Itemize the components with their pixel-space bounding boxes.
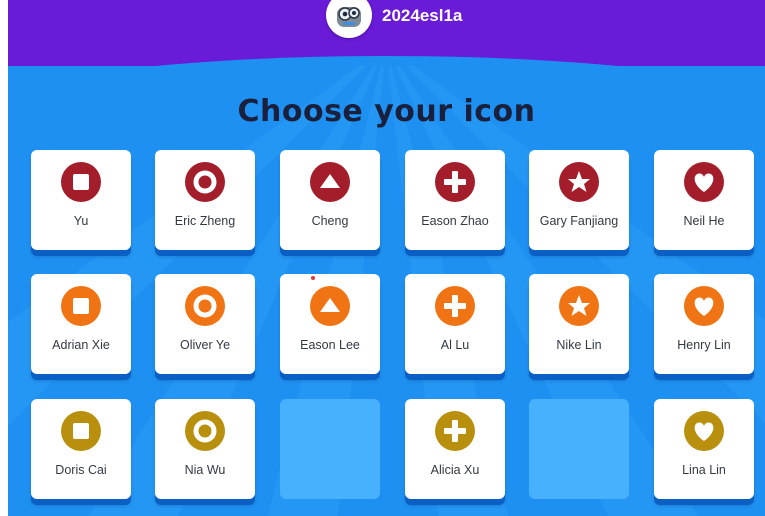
page-title: Choose your icon [237,94,536,129]
app-frame: 2024esl1a Choose your icon Yu Eric Zheng C… [8,0,765,516]
student-card[interactable]: Alicia Xu [405,399,505,499]
student-name: Neil He [683,214,725,228]
student-name: Nia Wu [184,463,226,477]
red-dot-marker [311,276,315,280]
student-name: Henry Lin [677,338,731,352]
star-icon [559,286,599,326]
student-card[interactable]: Eason Zhao [405,150,505,250]
student-name: Lina Lin [682,463,726,477]
student-name: Nike Lin [556,338,602,352]
icon-picker-panel: Choose your icon Yu Eric Zheng Cheng Eason … [8,66,765,516]
heart-icon [684,411,724,451]
student-card[interactable]: Adrian Xie [31,274,131,374]
circle-icon [185,162,225,202]
student-name: Cheng [311,214,349,228]
student-card[interactable]: Doris Cai [31,399,131,499]
plus-icon [435,411,475,451]
square-icon [61,162,101,202]
header-bar: 2024esl1a [8,0,765,74]
square-icon [61,286,101,326]
triangle-icon [310,162,350,202]
student-name: Gary Fanjiang [539,214,619,228]
student-card[interactable]: Neil He [654,150,754,250]
student-name: Yu [73,214,89,228]
student-name: Alicia Xu [430,463,480,477]
class-name: 2024esl1a [382,6,463,25]
triangle-icon [310,286,350,326]
student-card[interactable]: Cheng [280,150,380,250]
student-card[interactable]: Oliver Ye [155,274,255,374]
circle-icon [185,286,225,326]
student-name: Al Lu [440,338,470,352]
student-name: Eason Zhao [421,214,489,228]
robot-avatar-icon [326,0,372,38]
circle-icon [185,411,225,451]
square-icon [61,411,101,451]
plus-icon [435,162,475,202]
icon-grid: Yu Eric Zheng Cheng Eason Zhao Gary Fanjiang… [31,150,761,510]
student-card[interactable]: Gary Fanjiang [529,150,629,250]
student-card[interactable]: Al Lu [405,274,505,374]
student-name: Doris Cai [55,463,107,477]
heart-icon [684,286,724,326]
student-card[interactable]: Eason Lee [280,274,380,374]
student-card[interactable]: Henry Lin [654,274,754,374]
student-name: Adrian Xie [52,338,110,352]
student-name: Eric Zheng [174,214,236,228]
student-card[interactable]: Lina Lin [654,399,754,499]
empty-slot [280,399,380,499]
star-icon [559,162,599,202]
student-name: Eason Lee [300,338,360,352]
heart-icon [684,162,724,202]
student-card[interactable]: Yu [31,150,131,250]
student-name: Oliver Ye [179,338,231,352]
empty-slot [529,399,629,499]
student-card[interactable]: Nia Wu [155,399,255,499]
plus-icon [435,286,475,326]
student-card[interactable]: Nike Lin [529,274,629,374]
student-card[interactable]: Eric Zheng [155,150,255,250]
